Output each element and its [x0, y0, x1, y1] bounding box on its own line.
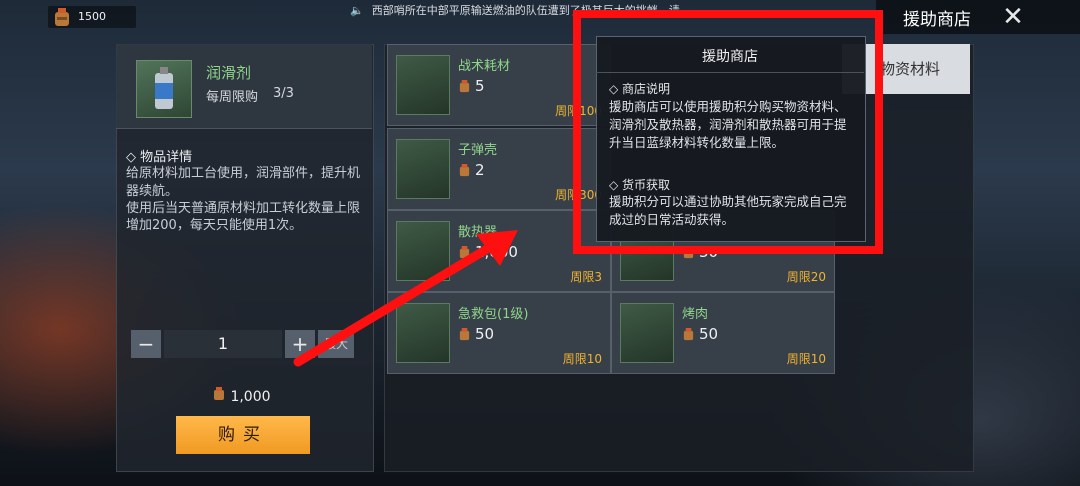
annotation-arrow — [293, 230, 518, 367]
